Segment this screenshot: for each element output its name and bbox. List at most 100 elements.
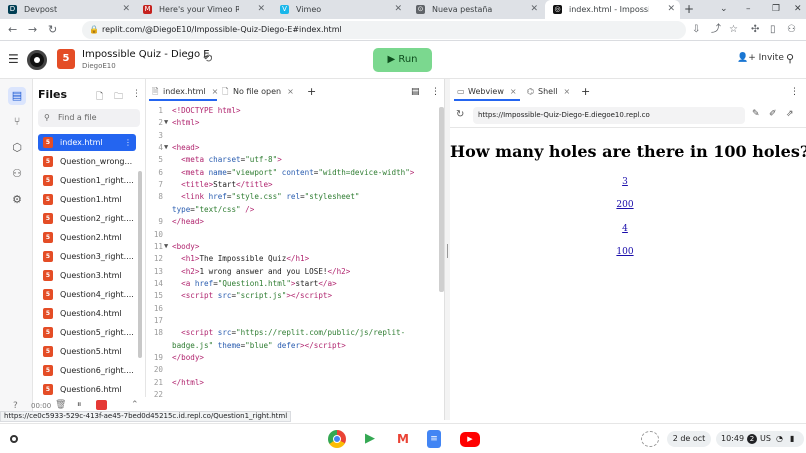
- files-scrollbar[interactable]: [138, 171, 142, 358]
- close-icon[interactable]: ✕: [530, 0, 538, 19]
- project-name[interactable]: Impossible Quiz - Diego E.: [82, 49, 213, 60]
- code-line[interactable]: <h2>1 wrong answer and you LOSE!</h2>: [172, 267, 350, 276]
- file-item[interactable]: 5 Question6.html: [38, 381, 136, 398]
- sidebar-icon[interactable]: ▯: [770, 22, 776, 38]
- editor-scrollbar[interactable]: [439, 107, 444, 292]
- add-tab-button[interactable]: +: [577, 83, 590, 101]
- close-icon[interactable]: ✕: [667, 0, 675, 19]
- close-icon[interactable]: ×: [564, 87, 571, 96]
- version-control-icon[interactable]: ⑂: [8, 113, 26, 131]
- code-line[interactable]: <body>: [172, 242, 199, 251]
- code-line[interactable]: <!DOCTYPE html>: [172, 106, 241, 115]
- code-line[interactable]: <h1>The Impossible Quiz</h1>: [172, 254, 309, 263]
- bookmark-star-icon[interactable]: ☆: [729, 22, 738, 38]
- close-window-icon[interactable]: ✕: [794, 0, 802, 19]
- file-item[interactable]: 5 Question1_right....: [38, 172, 136, 189]
- record-icon[interactable]: [96, 400, 107, 410]
- webview-url-field[interactable]: https://Impossible-Quiz-Diego-E.diegoe10…: [473, 107, 745, 124]
- back-icon[interactable]: ←: [8, 22, 17, 38]
- collapse-icon[interactable]: ⌃: [131, 400, 139, 410]
- code-line[interactable]: </html>: [172, 378, 204, 387]
- code-line[interactable]: <script src="script.js"></script>: [172, 291, 332, 300]
- code-line[interactable]: <meta name="viewport" content="width=dev…: [172, 168, 414, 177]
- tab-webview[interactable]: ▭ Webview ×: [454, 83, 520, 101]
- minimap-icon[interactable]: ▤: [409, 83, 420, 101]
- minimize-icon[interactable]: –: [746, 0, 751, 19]
- new-tab-button[interactable]: +: [684, 0, 694, 19]
- history-icon[interactable]: ⟲: [203, 52, 212, 65]
- code-line[interactable]: </body>: [172, 353, 204, 362]
- files-icon[interactable]: ▤: [8, 87, 26, 105]
- edit-icon[interactable]: ✎: [752, 109, 760, 119]
- youtube-icon[interactable]: ▶: [460, 432, 480, 447]
- browser-tab[interactable]: M Here's your Vimeo Record insi ✕: [135, 0, 270, 19]
- forward-icon[interactable]: →: [28, 22, 37, 38]
- file-item[interactable]: 5 Question3_right....: [38, 248, 136, 265]
- browser-tab[interactable]: D Devpost ✕: [0, 0, 135, 19]
- close-icon[interactable]: ×: [287, 87, 294, 96]
- project-owner[interactable]: DiegoE10: [82, 62, 116, 70]
- code-line[interactable]: <script src="https://replit.com/public/j…: [172, 328, 405, 337]
- close-icon[interactable]: ✕: [257, 0, 265, 19]
- users-icon[interactable]: ⚇: [8, 165, 26, 183]
- code-line[interactable]: <head>: [172, 143, 199, 152]
- code-line[interactable]: <title>Start</title>: [172, 180, 272, 189]
- browser-tab[interactable]: ◎ index.html - Impossible Q ✕: [545, 0, 680, 19]
- restore-icon[interactable]: ❐: [772, 0, 780, 19]
- file-search-input[interactable]: ⚲ Find a file: [38, 109, 140, 127]
- share-icon[interactable]: ⤴: [711, 22, 721, 38]
- code-line[interactable]: <a href="Question1.html">start</a>: [172, 279, 337, 288]
- code-line[interactable]: badge.js" theme="blue" defer></script>: [172, 341, 346, 350]
- file-item[interactable]: 5 Question_wrong...: [38, 153, 136, 170]
- url-field[interactable]: 🔒 replit.com/@DiegoE10/Impossible-Quiz-D…: [82, 21, 686, 39]
- more-options-icon[interactable]: ⋮: [788, 83, 799, 101]
- file-item[interactable]: 5 Question2.html: [38, 229, 136, 246]
- screen-capture-icon[interactable]: [641, 431, 659, 447]
- new-file-icon[interactable]: 🗋: [96, 89, 103, 105]
- file-item[interactable]: 5 Question5.html: [38, 343, 136, 360]
- pause-icon[interactable]: ⏸: [77, 400, 82, 410]
- answer-link[interactable]: 3: [450, 177, 800, 187]
- more-options-icon[interactable]: ⋮: [429, 83, 440, 101]
- close-icon[interactable]: ✕: [394, 0, 402, 19]
- docs-icon[interactable]: ≡: [427, 430, 441, 448]
- play-store-icon[interactable]: ▶: [361, 430, 379, 448]
- install-icon[interactable]: ⇩: [692, 22, 700, 38]
- file-item[interactable]: 5 Question4_right....: [38, 286, 136, 303]
- extensions-icon[interactable]: ✣: [751, 22, 759, 38]
- profile-icon[interactable]: ⚇: [787, 22, 796, 38]
- run-button[interactable]: ▶ Run: [373, 48, 432, 72]
- more-options-icon[interactable]: ⋮: [132, 89, 141, 99]
- answer-link[interactable]: 4: [450, 224, 800, 234]
- chevron-down-icon[interactable]: ⌄: [185, 53, 193, 63]
- packages-icon[interactable]: ⬡: [8, 139, 26, 157]
- system-tray[interactable]: 10:49 2 US ◔ ▮: [716, 431, 804, 447]
- fold-arrow-icon[interactable]: ▼: [164, 143, 168, 151]
- search-icon[interactable]: ⚲: [786, 52, 794, 65]
- tab-index-html[interactable]: 🗎 index.html ×: [149, 83, 218, 101]
- browser-tab[interactable]: V Vimeo ✕: [272, 0, 407, 19]
- browser-tab[interactable]: ⊙ Nueva pestaña ✕: [408, 0, 543, 19]
- replit-logo[interactable]: [27, 50, 47, 70]
- tab-search-icon[interactable]: ⌄: [720, 0, 728, 19]
- launcher-icon[interactable]: [10, 435, 18, 443]
- close-icon[interactable]: ×: [510, 87, 517, 96]
- help-icon[interactable]: ?: [13, 401, 18, 411]
- add-tab-button[interactable]: +: [303, 83, 316, 101]
- gmail-icon[interactable]: M: [394, 430, 412, 448]
- trash-icon[interactable]: 🗑: [55, 400, 66, 410]
- code-line[interactable]: type="text/css" />: [172, 205, 254, 214]
- invite-button[interactable]: 👤+ Invite: [737, 53, 784, 63]
- file-item[interactable]: 5 Question1.html: [38, 191, 136, 208]
- tab-shell[interactable]: ⌬ Shell ×: [524, 83, 574, 101]
- reload-icon[interactable]: ↻: [456, 109, 464, 120]
- code-line[interactable]: <link href="style.css" rel="stylesheet": [172, 192, 359, 201]
- hamburger-menu-icon[interactable]: ☰: [8, 52, 20, 66]
- close-icon[interactable]: ✕: [122, 0, 130, 19]
- file-item[interactable]: 5 Question4.html: [38, 305, 136, 322]
- file-item[interactable]: 5 index.html ⋮: [38, 134, 136, 151]
- code-line[interactable]: <meta charset="utf-8">: [172, 155, 282, 164]
- tab-no-file[interactable]: 🗋 No file open ×: [219, 83, 303, 101]
- reload-icon[interactable]: ↻: [48, 22, 57, 38]
- date-pill[interactable]: 2 de oct: [667, 431, 711, 447]
